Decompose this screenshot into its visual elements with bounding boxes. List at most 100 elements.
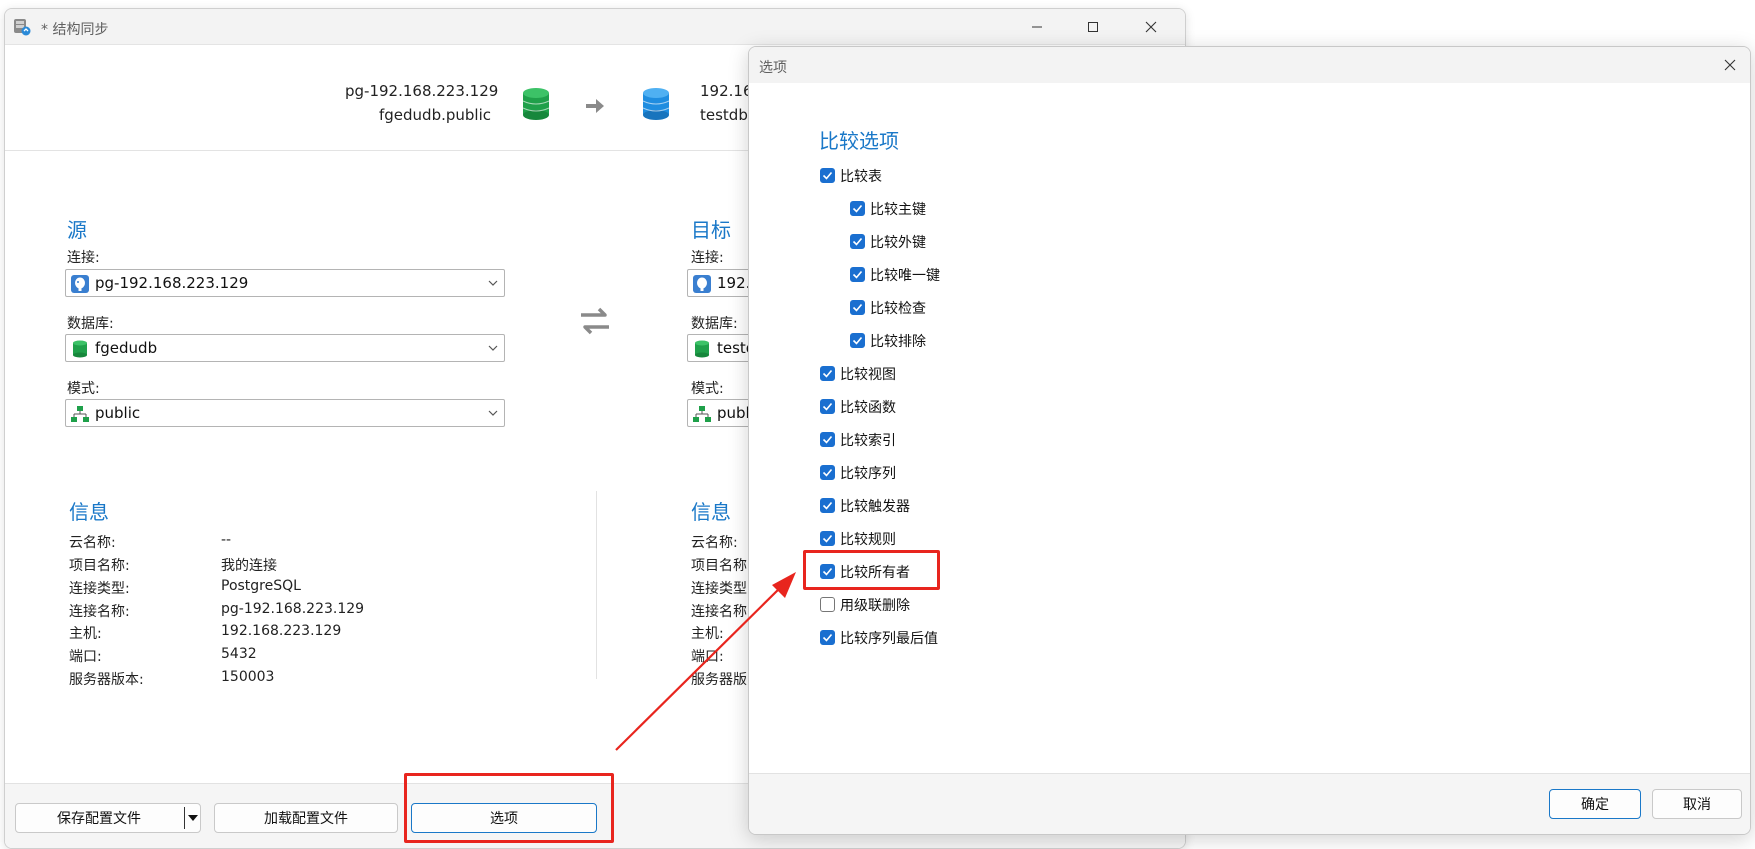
checkbox-checked[interactable] [820,366,835,381]
maximize-button[interactable] [1081,15,1105,39]
source-schema-value: public [95,404,141,422]
options-button-highlight [404,773,614,843]
target-connection-label: 连接: [691,250,724,266]
checkbox-checked[interactable] [850,300,865,315]
dialog-footer: 确定 取消 [749,773,1750,834]
check-icon [822,369,833,378]
source-database-select[interactable]: fgedudb [65,334,505,362]
chevron-down-icon [488,345,498,351]
checkbox-checked[interactable] [820,432,835,447]
compare-options-title: 比较选项 [819,129,899,153]
option-label: 比较外键 [870,235,926,251]
info-label: 服务器版本: [69,672,144,688]
schema-icon [71,406,89,422]
save-profile-button[interactable]: 保存配置文件 [15,803,201,833]
check-icon [852,336,863,345]
source-schema-label: 模式: [67,381,100,397]
info-label: 云名称: [691,535,738,551]
option-label: 比较索引 [840,433,896,449]
compare-owners-highlight [803,550,940,590]
checkbox-checked[interactable] [820,465,835,480]
checkbox-checked[interactable] [820,498,835,513]
source-database-icon [522,88,550,120]
checkbox-checked[interactable] [820,168,835,183]
info-label: 端口: [69,649,102,665]
ok-button[interactable]: 确定 [1549,789,1641,819]
database-icon [73,340,87,358]
minimize-icon [1032,26,1042,28]
app-icon [14,19,31,36]
info-value: 150003 [221,669,275,685]
minimize-button[interactable] [1025,15,1049,39]
check-icon [852,270,863,279]
info-value: -- [221,532,232,548]
chevron-down-icon [488,410,498,416]
info-value: 5432 [221,646,257,662]
close-icon [1724,59,1736,71]
load-profile-button[interactable]: 加载配置文件 [214,803,398,833]
swap-icon[interactable] [575,301,615,341]
target-info-title: 信息 [691,500,731,524]
check-icon [822,501,833,510]
source-database-label: 数据库: [67,316,114,332]
option-label: 比较表 [840,169,882,185]
checkbox-checked[interactable] [850,267,865,282]
checkbox-checked[interactable] [820,531,835,546]
target-title: 目标 [691,218,731,242]
checkbox-unchecked[interactable] [820,597,835,612]
info-label: 主机: [69,626,102,642]
source-connection-label: 连接: [67,250,100,266]
option-label: 比较排除 [870,334,926,350]
check-icon [852,303,863,312]
dialog-close-button[interactable] [1718,53,1742,77]
info-value: 192.168.223.129 [221,623,342,639]
titlebar: * 结构同步 [5,9,1185,45]
info-label: 连接名称 [691,604,747,620]
source-connection-value: pg-192.168.223.129 [95,274,249,292]
check-icon [822,171,833,180]
check-icon [822,468,833,477]
checkbox-checked[interactable] [850,234,865,249]
postgresql-icon [71,275,89,293]
checkbox-checked[interactable] [820,399,835,414]
checkbox-checked[interactable] [820,630,835,645]
close-icon [1145,21,1157,33]
option-label: 比较函数 [840,400,896,416]
source-info-title: 信息 [69,500,109,524]
source-title: 源 [67,218,87,242]
caret-down-icon[interactable] [187,814,199,822]
split-divider [184,807,185,829]
info-label: 项目名称: [69,558,130,574]
option-label: 比较主键 [870,202,926,218]
source-database-value: fgedudb [95,339,158,357]
info-value: 我的连接 [221,558,277,574]
info-value: pg-192.168.223.129 [221,601,365,617]
header-source-connection: pg-192.168.223.129 [345,82,499,100]
dialog-title: 选项 [759,60,787,76]
options-dialog: 选项 比较选项 比较表 比较主键 比较外键 比较唯一键 比较检查 比较排除 比较… [748,46,1751,835]
target-schema-label: 模式: [691,381,724,397]
target-schema-value: publ [717,404,750,422]
option-label: 比较触发器 [840,499,910,515]
close-button[interactable] [1139,15,1163,39]
cancel-button[interactable]: 取消 [1652,789,1742,819]
option-label: 用级联删除 [840,598,910,614]
schema-icon [693,406,711,422]
option-label: 比较检查 [870,301,926,317]
check-icon [822,435,833,444]
database-icon [695,340,709,358]
info-label: 连接名称: [69,604,130,620]
info-divider [596,491,597,679]
source-schema-select[interactable]: public [65,399,505,427]
target-database-label: 数据库: [691,316,738,332]
info-label: 连接类型: [69,581,130,597]
checkbox-checked[interactable] [850,333,865,348]
source-connection-select[interactable]: pg-192.168.223.129 [65,269,505,297]
info-label: 云名称: [69,535,116,551]
window-title: * 结构同步 [41,22,109,38]
check-icon [852,204,863,213]
header-target-connection: 192.16 [700,82,753,100]
maximize-icon [1088,22,1098,32]
info-label: 端口: [691,649,724,665]
checkbox-checked[interactable] [850,201,865,216]
